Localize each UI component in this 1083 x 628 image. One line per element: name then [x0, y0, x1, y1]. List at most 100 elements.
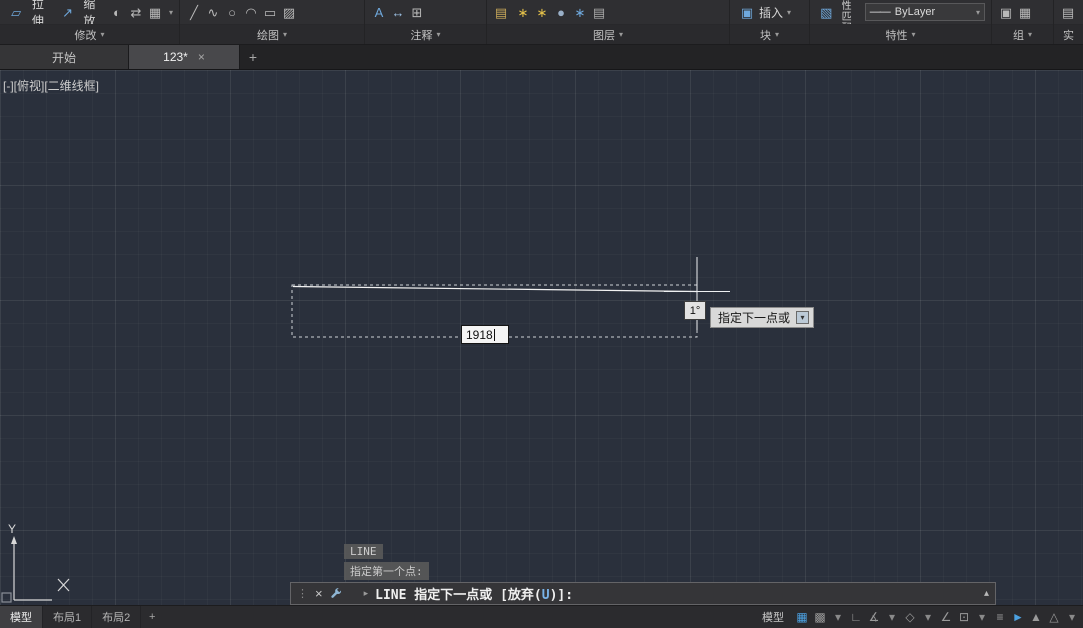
- layer-isolate-icon[interactable]: ∗: [534, 6, 550, 19]
- match-properties-icon: ▧: [819, 6, 834, 19]
- close-icon[interactable]: ×: [315, 586, 323, 601]
- measure-icon[interactable]: ▤: [1060, 6, 1076, 19]
- ribbon-panel-draw: ╱∿○◠▭▨ 绘图 ▾: [180, 0, 365, 44]
- chevron-down-icon: ▾: [775, 30, 779, 39]
- dimension-icon[interactable]: ↔: [390, 6, 406, 19]
- panel-label-modify[interactable]: 修改 ▾: [0, 24, 179, 44]
- undo-option[interactable]: U: [542, 588, 550, 603]
- layout-tab-layout1[interactable]: 布局1: [43, 606, 92, 628]
- otrack-icon[interactable]: ∠: [937, 610, 955, 624]
- selection-cycling-icon[interactable]: ►: [1009, 610, 1027, 624]
- file-tab-start[interactable]: 开始: [0, 45, 129, 69]
- plus-icon: +: [149, 611, 155, 623]
- stretch-icon: ▱: [9, 6, 23, 19]
- modify-tools: ▱ 拉伸 ↗ 缩放 ◐⇄▦ ▾: [0, 0, 179, 24]
- chevron-down-icon: ▾: [619, 30, 623, 39]
- layout-tab-layout2[interactable]: 布局2: [92, 606, 141, 628]
- drawing-canvas[interactable]: [-][俯视][二维线框] Y: [0, 70, 1083, 605]
- annotation-scale-dropdown-icon[interactable]: ▾: [1063, 610, 1081, 624]
- file-tab-drawing[interactable]: 123* ×: [129, 45, 240, 69]
- ungroup-icon[interactable]: ▦: [1017, 6, 1033, 19]
- osnap-icon[interactable]: ⊡: [955, 610, 973, 624]
- viewport-controls[interactable]: [-][俯视][二维线框]: [3, 77, 99, 94]
- panel-label-block[interactable]: 块 ▾: [730, 24, 809, 44]
- polar-tracking-icon[interactable]: ∡: [865, 610, 883, 624]
- insert-block-button[interactable]: ▣ 插入 ▾: [736, 2, 794, 23]
- model-space-toggle[interactable]: 模型: [753, 609, 793, 625]
- new-layout-button[interactable]: +: [141, 606, 163, 628]
- ribbon-panel-group: ▣▦ 组 ▾: [992, 0, 1054, 44]
- table-icon[interactable]: ⊞: [409, 6, 425, 19]
- lineweight-icon[interactable]: ≡: [991, 610, 1009, 624]
- chevron-down-icon: ▾: [787, 8, 791, 17]
- panel-label-utilities[interactable]: 实: [1054, 24, 1083, 44]
- circle-icon[interactable]: ○: [224, 6, 240, 19]
- panel-label-group[interactable]: 组 ▾: [992, 24, 1053, 44]
- bylayer-value: ByLayer: [895, 6, 935, 18]
- panel-label-layers[interactable]: 图层 ▾: [487, 24, 729, 44]
- scale-button[interactable]: ↗ 缩放: [57, 0, 102, 24]
- block-tools: ▣ 插入 ▾: [730, 0, 809, 24]
- stretch-label: 拉伸: [27, 0, 48, 24]
- ribbon-panel-layers: ▤ ∗∗●∗▤ 图层 ▾: [487, 0, 730, 44]
- command-line[interactable]: ⋮ × ▸ LINE 指定下一点或 [放弃(U)]: ▴: [290, 582, 996, 605]
- group-icon[interactable]: ▣: [998, 6, 1014, 19]
- insert-block-icon: ▣: [739, 6, 755, 19]
- insert-label: 插入: [759, 4, 783, 21]
- autocad-window: ▱ 拉伸 ↗ 缩放 ◐⇄▦ ▾ 修改 ▾ ╱∿○◠▭▨ 绘图 ▾: [0, 0, 1083, 628]
- file-tab-bar: 开始 123* × +: [0, 45, 1083, 70]
- polar-dropdown-icon[interactable]: ▾: [883, 610, 901, 624]
- arc-icon[interactable]: ◠: [243, 6, 259, 19]
- chevron-down-icon: ▾: [283, 30, 287, 39]
- layer-state-icon[interactable]: ▤: [591, 6, 607, 19]
- rubber-band-line: [293, 287, 697, 292]
- close-icon[interactable]: ×: [198, 50, 205, 64]
- ortho-mode-icon[interactable]: ∟: [847, 610, 865, 624]
- dynamic-length-input[interactable]: 1918: [461, 325, 509, 344]
- rotate-icon[interactable]: ◐: [109, 6, 125, 19]
- bylayer-line-swatch: ——: [870, 6, 890, 18]
- autoscale-icon[interactable]: △: [1045, 610, 1063, 624]
- ribbon: ▱ 拉伸 ↗ 缩放 ◐⇄▦ ▾ 修改 ▾ ╱∿○◠▭▨ 绘图 ▾: [0, 0, 1083, 45]
- isodraft-dropdown-icon[interactable]: ▾: [919, 610, 937, 624]
- snap-dropdown-icon[interactable]: ▾: [829, 610, 847, 624]
- rectangle-icon[interactable]: ▭: [262, 6, 278, 19]
- mirror-icon[interactable]: ⇄: [128, 6, 144, 19]
- dynamic-angle-badge: 1°: [684, 301, 706, 320]
- match-properties-button[interactable]: ▧ 特性 匹配: [816, 0, 859, 24]
- isodraft-icon[interactable]: ◇: [901, 610, 919, 624]
- layer-freeze-icon[interactable]: ●: [553, 6, 569, 19]
- stretch-button[interactable]: ▱ 拉伸: [6, 0, 51, 24]
- hatch-icon[interactable]: ▨: [281, 6, 297, 19]
- history-expand-icon[interactable]: ▴: [984, 588, 989, 599]
- color-bylayer-select[interactable]: —— ByLayer ▾: [865, 3, 985, 21]
- down-arrow-key-icon[interactable]: ▾: [796, 311, 809, 324]
- command-prompt-text[interactable]: LINE 指定下一点或 [放弃(U)]:: [375, 584, 573, 603]
- properties-tools: ▧ 特性 匹配 —— ByLayer ▾: [810, 0, 991, 24]
- panel-label-properties[interactable]: 特性 ▾: [810, 24, 991, 44]
- drag-grip-icon[interactable]: ⋮: [297, 587, 308, 600]
- layer-properties-icon[interactable]: ▤: [493, 6, 509, 19]
- panel-label-draw[interactable]: 绘图 ▾: [180, 24, 364, 44]
- array-icon[interactable]: ▦: [147, 6, 163, 19]
- command-history-line: LINE: [344, 544, 383, 559]
- ribbon-panel-properties: ▧ 特性 匹配 —— ByLayer ▾ 特性 ▾: [810, 0, 992, 44]
- command-history-prompt: 指定第一个点:: [344, 562, 429, 580]
- osnap-dropdown-icon[interactable]: ▾: [973, 610, 991, 624]
- text-icon[interactable]: A: [371, 6, 387, 19]
- polyline-icon[interactable]: ∿: [205, 6, 221, 19]
- layer-off-icon[interactable]: ∗: [515, 6, 531, 19]
- scale-icon: ↗: [60, 6, 74, 19]
- text-cursor: [494, 329, 495, 341]
- drawing-overlay: Y: [0, 70, 1083, 605]
- customize-wrench-icon[interactable]: [330, 587, 343, 600]
- line-icon[interactable]: ╱: [186, 6, 202, 19]
- modify-more-dropdown-icon[interactable]: ▾: [169, 8, 173, 17]
- grid-display-icon[interactable]: ▦: [793, 610, 811, 624]
- annotation-visibility-icon[interactable]: ▲: [1027, 610, 1045, 624]
- layer-lock-icon[interactable]: ∗: [572, 6, 588, 19]
- panel-label-annotate[interactable]: 注释 ▾: [365, 24, 486, 44]
- snap-mode-icon[interactable]: ▩: [811, 610, 829, 624]
- new-drawing-tab-button[interactable]: +: [240, 45, 266, 69]
- layout-tab-model[interactable]: 模型: [0, 606, 43, 628]
